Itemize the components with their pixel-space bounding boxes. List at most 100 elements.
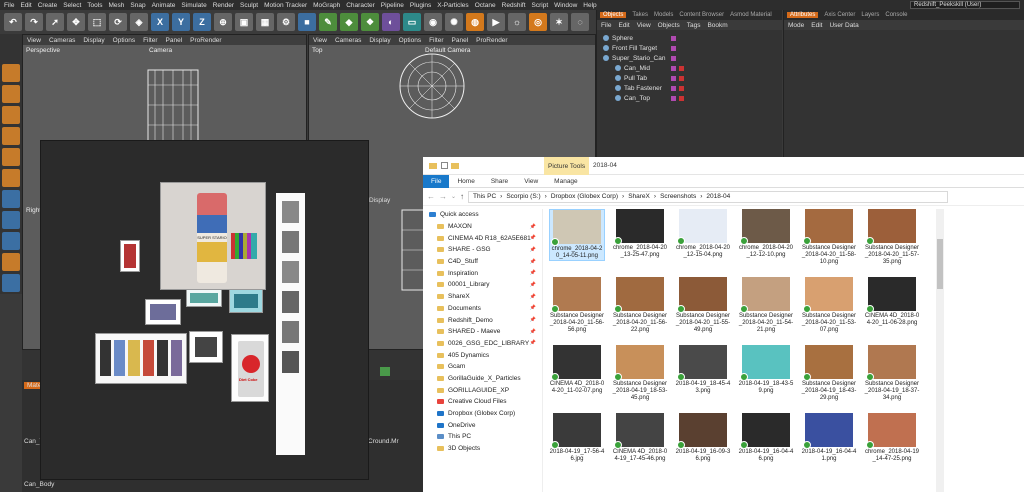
viewport-menu-panel[interactable]: Panel	[166, 37, 183, 44]
snap-icon[interactable]	[2, 232, 20, 250]
file-thumbnail[interactable]: CINEMA 4D_2018-04-19_17-45-46.png	[612, 413, 668, 463]
menu-item-mograph[interactable]: MoGraph	[313, 2, 340, 9]
menu-item-create[interactable]: Create	[38, 2, 58, 9]
quick-access-toolbar-icon[interactable]	[441, 162, 448, 169]
redshift-render-icon[interactable]: ▶	[487, 13, 505, 31]
tab-models[interactable]: Models	[654, 12, 673, 18]
can-strip-right[interactable]	[276, 193, 305, 455]
back-arrow-icon[interactable]: ←	[427, 192, 435, 201]
menu-item-tools[interactable]: Tools	[87, 2, 102, 9]
file-thumbnail[interactable]: CINEMA 4D_2018-04-20_11-02-07.png	[549, 345, 605, 395]
viewport-menu-cameras[interactable]: Cameras	[49, 37, 75, 44]
om-menu-edit[interactable]: Edit	[618, 22, 629, 29]
om-menu-objects[interactable]: Objects	[658, 22, 680, 29]
object-row[interactable]: Super_Stario_Can	[597, 53, 782, 63]
tab-asmod-material[interactable]: Asmod Material	[730, 12, 772, 18]
file-thumbnail[interactable]: Substance Designer_2018-04-20_11-56-22.p…	[612, 277, 668, 334]
nav-item[interactable]: Inspiration 📌	[423, 267, 542, 279]
workplane-mode-icon[interactable]	[2, 106, 20, 124]
tab-objects[interactable]: Objects	[600, 12, 627, 18]
file-thumbnail[interactable]: 2018-04-19_16-04-41.png	[801, 413, 857, 463]
x-axis-lock-button[interactable]: X	[151, 13, 169, 31]
redshift-light-icon[interactable]: ☼	[508, 13, 526, 31]
picture-tools-tab[interactable]: Picture Tools	[544, 157, 590, 175]
can-thumb[interactable]	[189, 331, 223, 363]
ribbon-tab-manage[interactable]: Manage	[546, 178, 586, 185]
nav-item[interactable]: C4D_Stuff 📌	[423, 256, 542, 268]
axis-mode-icon[interactable]	[2, 190, 20, 208]
viewport-menu-display[interactable]: Display	[369, 37, 390, 44]
diet-coke-can-photo[interactable]: Diet Coke	[231, 334, 269, 402]
undo-icon[interactable]: ↶	[4, 13, 22, 31]
viewport-menu-options[interactable]: Options	[399, 37, 421, 44]
menu-item-sculpt[interactable]: Sculpt	[240, 2, 258, 9]
nav-item[interactable]: MAXON 📌	[423, 221, 542, 233]
ribbon-tab-home[interactable]: Home	[449, 178, 482, 185]
recent-locations-icon[interactable]: ⌄	[451, 193, 456, 200]
menu-item-script[interactable]: Script	[532, 2, 549, 9]
file-thumbnail[interactable]: chrome_2018-04-20_13-25-47.png	[612, 209, 668, 259]
viewport-menu-filter[interactable]: Filter	[143, 37, 157, 44]
file-thumbnail[interactable]: chrome_2018-04-20_12-12-10.png	[738, 209, 794, 259]
new-folder-icon[interactable]	[451, 162, 459, 169]
nav-item[interactable]: 405 Dynamics	[423, 349, 542, 361]
magnet-icon[interactable]	[2, 253, 20, 271]
om-menu-bookm[interactable]: Bookm	[707, 22, 727, 29]
deformer-icon[interactable]: ◐	[382, 13, 400, 31]
display-menu-label[interactable]: Display	[369, 197, 390, 204]
visibility-icon[interactable]	[671, 95, 676, 101]
am-menu-edit[interactable]: Edit	[811, 22, 822, 29]
file-thumbnail[interactable]: Substance Designer_2018-04-20_11-53-07.p…	[801, 277, 857, 334]
viewport-menu-panel[interactable]: Panel	[452, 37, 469, 44]
menu-item-motion-tracker[interactable]: Motion Tracker	[264, 2, 307, 9]
can-thumb[interactable]	[229, 289, 263, 313]
object-row[interactable]: Can_Mid	[597, 63, 782, 73]
visibility-icon[interactable]	[671, 85, 676, 91]
material-item[interactable]: Cround.Mr	[368, 438, 399, 445]
file-thumbnail[interactable]: 2018-04-19_16-04-46.png	[738, 413, 794, 463]
render-picture-viewer-icon[interactable]: ▦	[256, 13, 274, 31]
file-thumbnail[interactable]: 2018-04-19_18-43-59.png	[738, 345, 794, 395]
file-thumbnail[interactable]: Substance Designer_2018-04-19_18-37-34.p…	[864, 345, 920, 402]
tab-axis-center[interactable]: Axis Center	[824, 12, 855, 18]
object-row[interactable]: Tab Fastener	[597, 83, 782, 93]
nav-item[interactable]: This PC	[423, 431, 542, 443]
file-thumbnail[interactable]: chrome_2018-04-19_14-47-25.png	[864, 413, 920, 463]
breadcrumb-segment[interactable]: 2018-04	[706, 193, 730, 200]
cloner-icon[interactable]: ❖	[361, 13, 379, 31]
material-tag-icon[interactable]	[679, 65, 684, 71]
nav-item[interactable]: 3D Objects	[423, 443, 542, 455]
texture-mode-icon[interactable]	[2, 85, 20, 103]
viewport-menu-prorender[interactable]: ProRender	[476, 37, 507, 44]
redo-icon[interactable]: ↷	[25, 13, 43, 31]
file-thumbnail[interactable]: Substance Designer_2018-04-20_11-54-21.p…	[738, 277, 794, 334]
floor-icon[interactable]: ▭	[403, 13, 421, 31]
file-thumbnail[interactable]: Substance Designer_2018-04-19_18-43-29.p…	[801, 345, 857, 402]
visibility-icon[interactable]	[671, 75, 676, 81]
forward-arrow-icon[interactable]: →	[439, 192, 447, 201]
menu-item-window[interactable]: Window	[554, 2, 577, 9]
menu-item-x-particles[interactable]: X-Particles	[437, 2, 468, 9]
can-thumb[interactable]	[120, 240, 140, 272]
can-lineup-photo[interactable]	[95, 333, 187, 384]
menu-item-render[interactable]: Render	[213, 2, 234, 9]
address-bar[interactable]: This PC › Scorpio (S:) › Dropbox (Globex Cor…	[468, 190, 949, 203]
am-menu-mode[interactable]: Mode	[788, 22, 804, 29]
file-thumbnail[interactable]: CINEMA 4D_2018-04-20_11-06-28.png	[864, 277, 920, 327]
points-mode-icon[interactable]	[2, 127, 20, 145]
xparticles-icon[interactable]: ✶	[550, 13, 568, 31]
file-thumbnail[interactable]: 2018-04-19_18-45-43.png	[675, 345, 731, 395]
am-menu-user-data[interactable]: User Data	[829, 22, 858, 29]
om-menu-file[interactable]: File	[601, 22, 611, 29]
menu-item-plugins[interactable]: Plugins	[410, 2, 431, 9]
tab-console[interactable]: Console	[885, 12, 907, 18]
super-stario-can-photo[interactable]: SUPER STARIO	[160, 182, 266, 290]
file-thumbnail[interactable]: Substance Designer_2018-04-20_11-57-35.p…	[864, 209, 920, 266]
viewport-menu-view[interactable]: View	[313, 37, 327, 44]
object-row[interactable]: Sphere	[597, 33, 782, 43]
object-row[interactable]: Can_Top	[597, 93, 782, 103]
plugin-icon[interactable]: ◌	[571, 13, 589, 31]
tweak-mode-icon[interactable]	[2, 211, 20, 229]
edges-mode-icon[interactable]	[2, 148, 20, 166]
viewport-menu-cameras[interactable]: Cameras	[335, 37, 361, 44]
